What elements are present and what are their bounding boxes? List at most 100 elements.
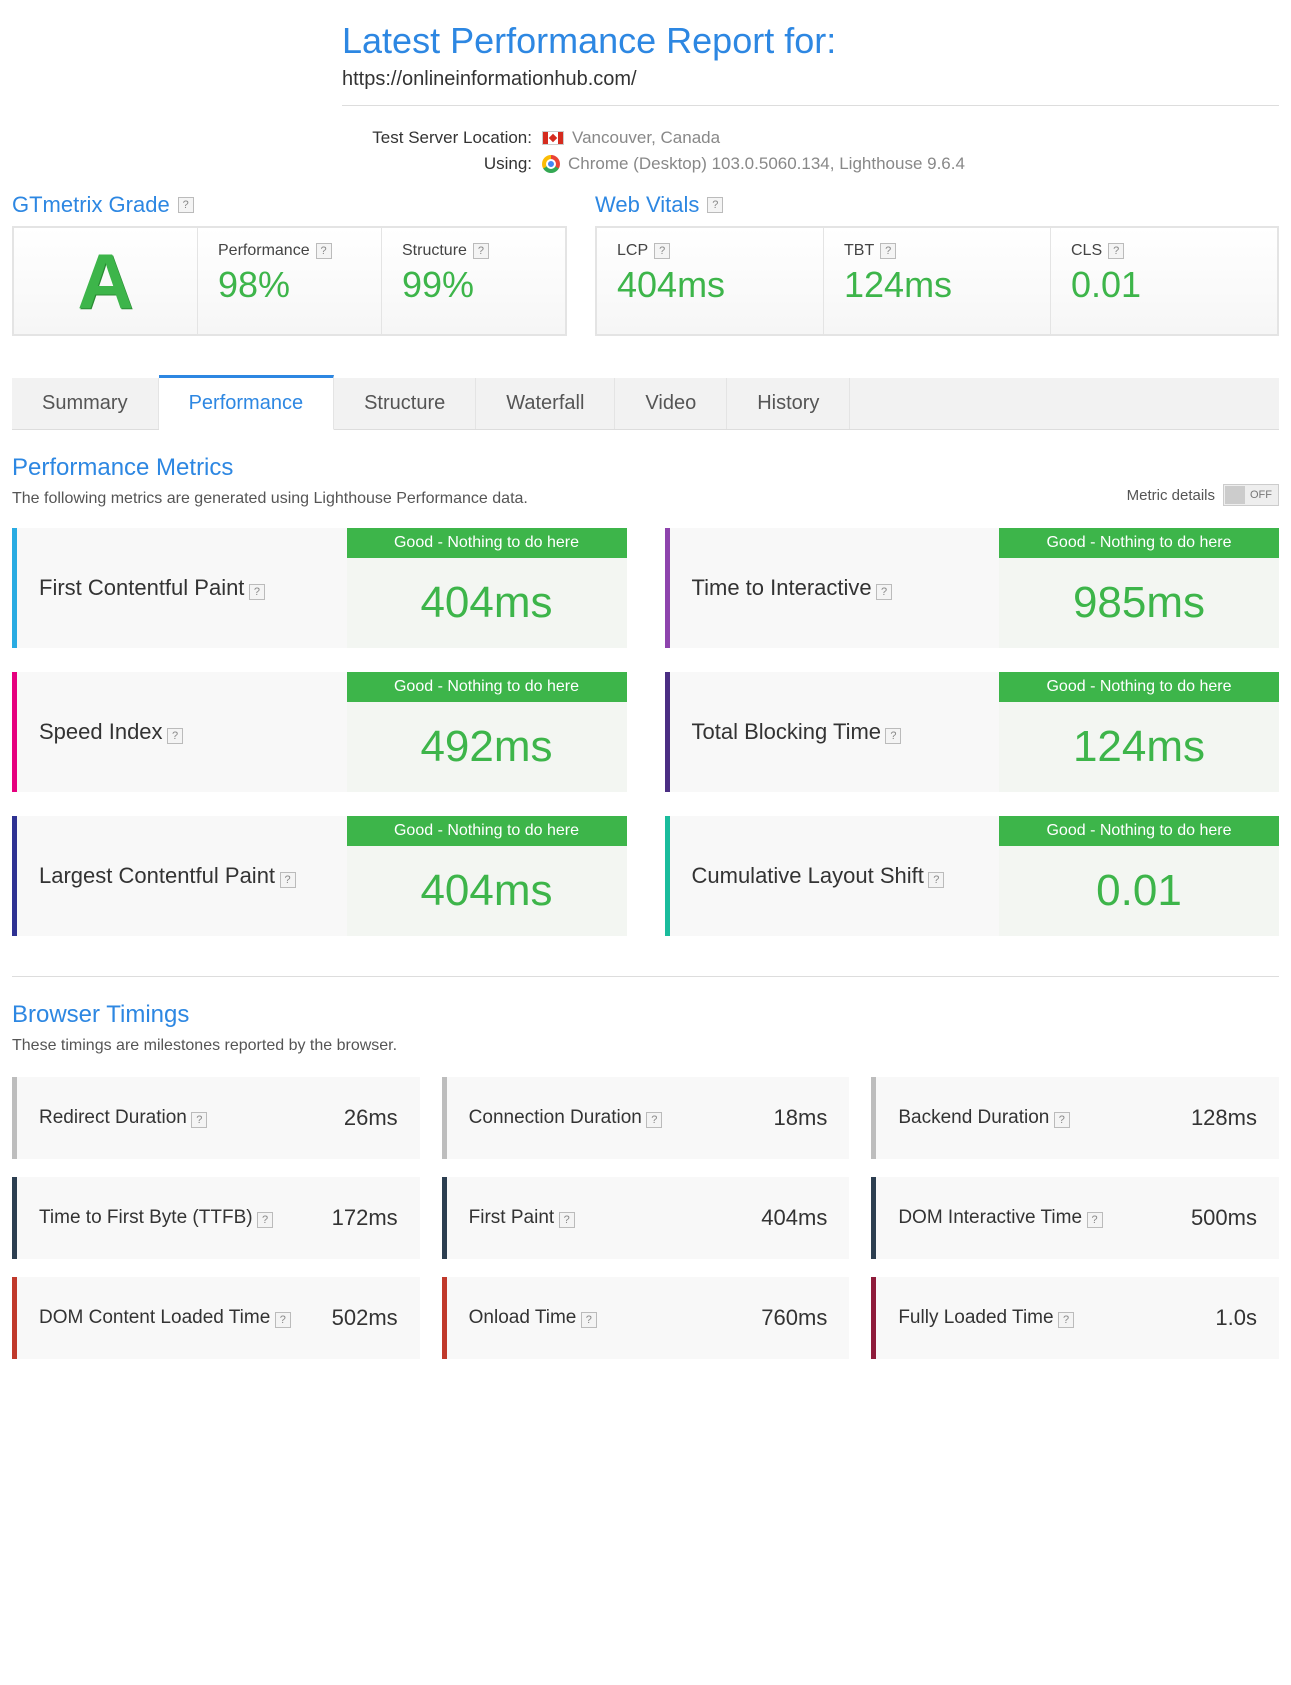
help-icon[interactable]: ? [191, 1112, 207, 1128]
metric-status: Good - Nothing to do here [999, 528, 1279, 558]
timing-name: DOM Content Loaded Time [39, 1307, 270, 1328]
web-vitals-heading: Web Vitals ? [595, 192, 723, 218]
help-icon[interactable]: ? [280, 872, 296, 888]
help-icon[interactable]: ? [1108, 243, 1124, 259]
performance-value: 98% [218, 264, 361, 306]
metric-value: 124ms [999, 702, 1279, 792]
help-icon[interactable]: ? [167, 728, 183, 744]
canada-flag-icon [542, 131, 564, 145]
page-title: Latest Performance Report for: [342, 20, 1279, 62]
metric-status: Good - Nothing to do here [347, 816, 627, 846]
metric-details-label: Metric details [1127, 487, 1215, 504]
structure-label: Structure [402, 242, 467, 260]
cls-value: 0.01 [1071, 264, 1257, 306]
tab-performance[interactable]: Performance [159, 375, 335, 430]
help-icon[interactable]: ? [473, 243, 489, 259]
metric-status: Good - Nothing to do here [347, 528, 627, 558]
timing-card[interactable]: Backend Duration ?128ms [871, 1077, 1279, 1159]
server-location-label: Test Server Location: [342, 128, 532, 148]
structure-value: 99% [402, 264, 545, 306]
timing-value: 128ms [1191, 1105, 1257, 1131]
tab-waterfall[interactable]: Waterfall [476, 378, 615, 429]
server-location-value: Vancouver, Canada [572, 128, 720, 148]
tbt-value: 124ms [844, 264, 1030, 306]
metric-card[interactable]: First Contentful Paint ?Good - Nothing t… [12, 528, 627, 648]
metric-card[interactable]: Total Blocking Time ? Good - Nothing to d… [665, 672, 1280, 792]
metric-name: Speed Index [39, 719, 163, 744]
web-vitals-box: LCP? 404ms TBT? 124ms CLS? 0.01 [595, 226, 1279, 336]
help-icon[interactable]: ? [559, 1212, 575, 1228]
help-icon[interactable]: ? [1054, 1112, 1070, 1128]
help-icon[interactable]: ? [654, 243, 670, 259]
metric-card[interactable]: Cumulative Layout Shift ?Good - Nothing … [665, 816, 1280, 936]
metric-name: Largest Contentful Paint [39, 863, 275, 888]
timing-card[interactable]: Time to First Byte (TTFB) ? 172ms [12, 1177, 420, 1259]
help-icon[interactable]: ? [275, 1312, 291, 1328]
performance-label: Performance [218, 242, 310, 260]
using-row: Using: Chrome (Desktop) 103.0.5060.134, … [342, 154, 1279, 174]
help-icon[interactable]: ? [880, 243, 896, 259]
timing-name: Time to First Byte (TTFB) [39, 1207, 253, 1228]
timing-value: 26ms [344, 1105, 398, 1131]
timing-value: 760ms [761, 1305, 827, 1331]
lcp-label: LCP [617, 242, 648, 260]
metric-card[interactable]: Time to Interactive ? Good - Nothing to d… [665, 528, 1280, 648]
timing-card[interactable]: DOM Interactive Time ?500ms [871, 1177, 1279, 1259]
help-icon[interactable]: ? [646, 1112, 662, 1128]
metric-value: 492ms [347, 702, 627, 792]
help-icon[interactable]: ? [178, 197, 194, 213]
report-header: Latest Performance Report for: https://o… [342, 20, 1279, 174]
tab-history[interactable]: History [727, 378, 850, 429]
lcp-value: 404ms [617, 264, 803, 306]
help-icon[interactable]: ? [928, 872, 944, 888]
metric-name: Time to Interactive [692, 575, 872, 600]
performance-metrics-title: Performance Metrics [12, 454, 1279, 482]
timing-card[interactable]: Fully Loaded Time ? 1.0s [871, 1277, 1279, 1359]
help-icon[interactable]: ? [316, 243, 332, 259]
metric-value: 404ms [347, 846, 627, 936]
timing-name: Connection Duration [469, 1107, 642, 1128]
metric-status: Good - Nothing to do here [999, 672, 1279, 702]
cls-label: CLS [1071, 242, 1102, 260]
tab-summary[interactable]: Summary [12, 378, 159, 429]
timing-value: 502ms [332, 1305, 398, 1331]
divider [12, 976, 1279, 977]
timing-value: 172ms [332, 1205, 398, 1231]
metric-card[interactable]: Speed Index ?Good - Nothing to do here49… [12, 672, 627, 792]
gtmetrix-grade-heading: GTmetrix Grade ? [12, 192, 567, 218]
timing-value: 18ms [774, 1105, 828, 1131]
help-icon[interactable]: ? [876, 584, 892, 600]
tested-url: https://onlineinformationhub.com/ [342, 68, 1279, 91]
metric-value: 404ms [347, 558, 627, 648]
using-label: Using: [342, 154, 532, 174]
timing-name: First Paint [469, 1207, 555, 1228]
timing-name: Onload Time [469, 1307, 577, 1328]
timing-card[interactable]: Onload Time ? 760ms [442, 1277, 850, 1359]
metric-name: Total Blocking Time [692, 719, 882, 744]
browser-timings-subtitle: These timings are milestones reported by… [12, 1037, 1279, 1055]
help-icon[interactable]: ? [707, 197, 723, 213]
timing-card[interactable]: DOM Content Loaded Time ? 502ms [12, 1277, 420, 1359]
tab-video[interactable]: Video [615, 378, 727, 429]
tab-structure[interactable]: Structure [334, 378, 476, 429]
server-location-row: Test Server Location: Vancouver, Canada [342, 128, 1279, 148]
timing-card[interactable]: Redirect Duration ?26ms [12, 1077, 420, 1159]
help-icon[interactable]: ? [581, 1312, 597, 1328]
metric-value: 985ms [999, 558, 1279, 648]
timing-card[interactable]: First Paint ? 404ms [442, 1177, 850, 1259]
gtmetrix-grade-box: A Performance? 98% Structure? 99% [12, 226, 567, 336]
timing-card[interactable]: Connection Duration ? 18ms [442, 1077, 850, 1159]
timing-value: 1.0s [1215, 1305, 1257, 1331]
help-icon[interactable]: ? [1058, 1312, 1074, 1328]
metric-details-toggle[interactable]: OFF [1223, 484, 1279, 506]
timing-value: 404ms [761, 1205, 827, 1231]
browser-timings-title: Browser Timings [12, 1001, 1279, 1029]
help-icon[interactable]: ? [249, 584, 265, 600]
help-icon[interactable]: ? [257, 1212, 273, 1228]
tbt-label: TBT [844, 242, 874, 260]
help-icon[interactable]: ? [885, 728, 901, 744]
metric-card[interactable]: Largest Contentful Paint ? Good - Nothing… [12, 816, 627, 936]
divider [342, 105, 1279, 106]
timing-name: Fully Loaded Time [898, 1307, 1053, 1328]
help-icon[interactable]: ? [1087, 1212, 1103, 1228]
